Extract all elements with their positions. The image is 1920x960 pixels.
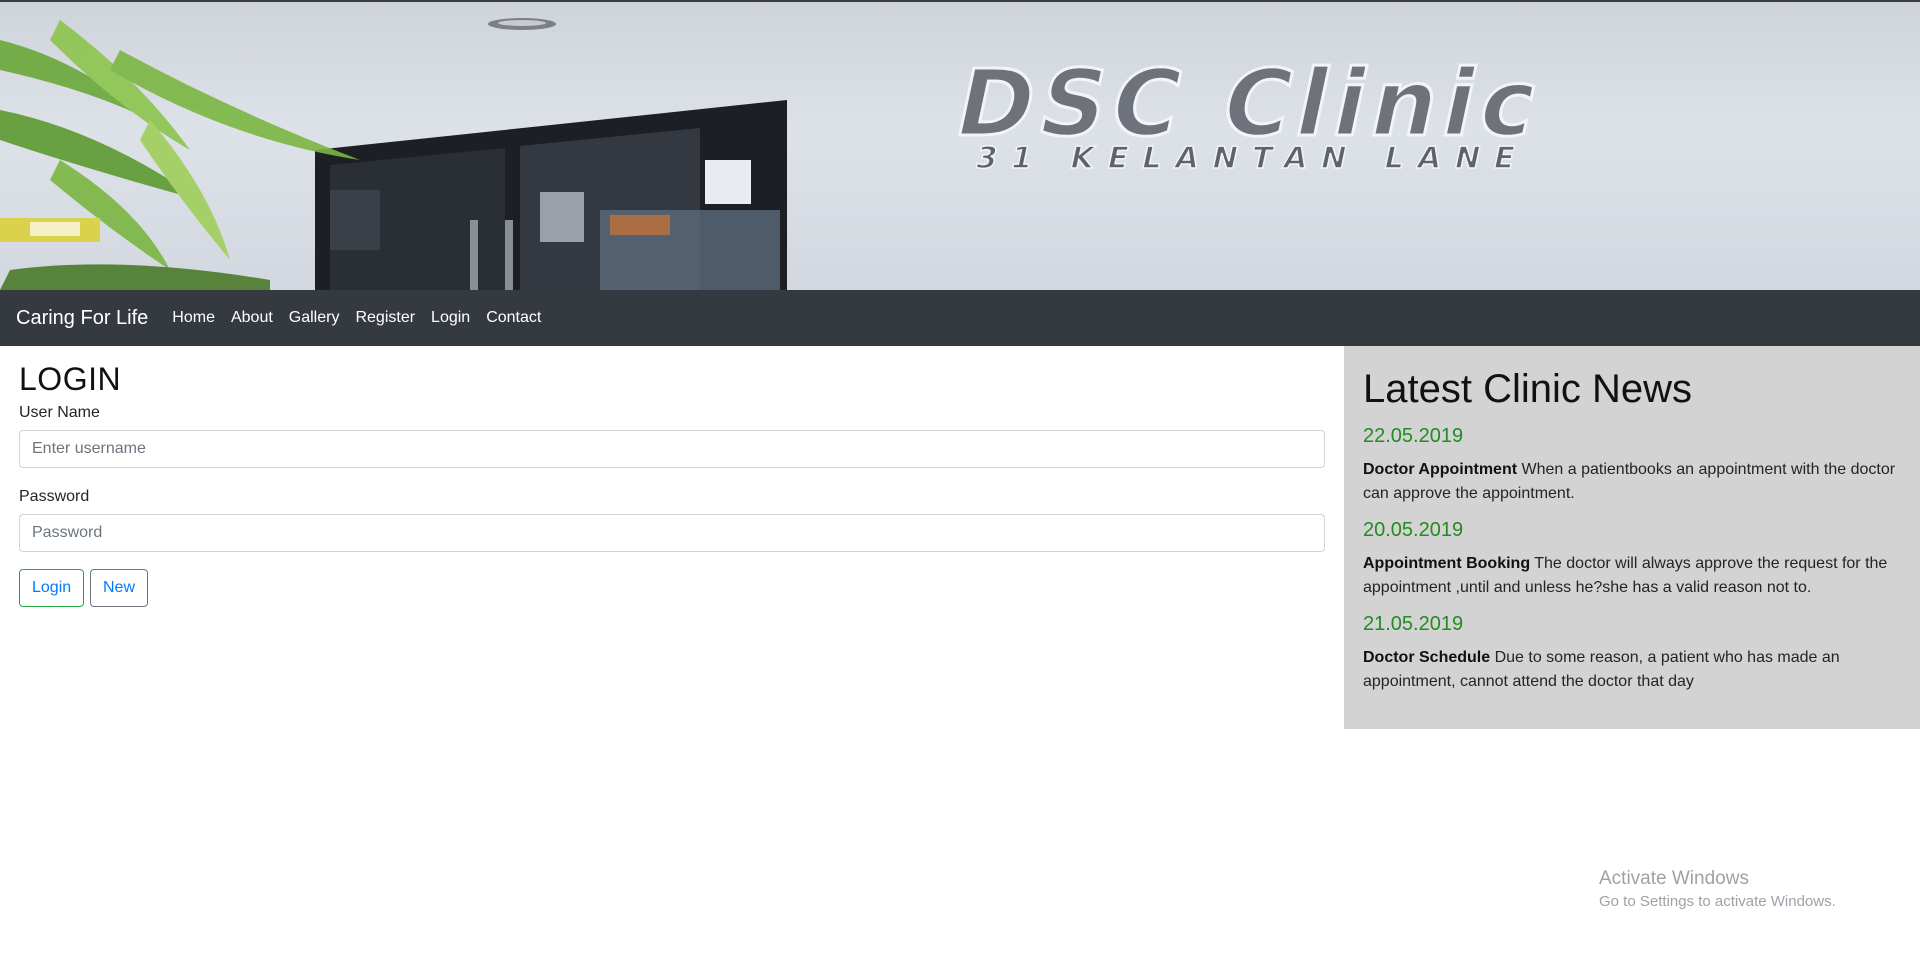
watermark-title: Activate Windows bbox=[1599, 868, 1749, 889]
door-notice bbox=[705, 160, 751, 204]
door-sign-stand bbox=[540, 192, 584, 242]
news-text: Doctor Appointment When a patientbooks a… bbox=[1363, 458, 1901, 506]
yellow-sign-label bbox=[30, 222, 80, 236]
news-title: Latest Clinic News bbox=[1363, 367, 1693, 411]
plant-decoration bbox=[0, 20, 360, 290]
news-date: 21.05.2019 bbox=[1363, 613, 1464, 635]
nav-link-gallery[interactable]: Gallery bbox=[289, 309, 340, 327]
new-button[interactable]: New bbox=[90, 569, 148, 608]
clinic-sign-address: 31 KELANTAN LANE bbox=[973, 141, 1532, 176]
header-banner-image: DSC Clinic 31 KELANTAN LANE bbox=[0, 0, 1920, 290]
news-date: 22.05.2019 bbox=[1363, 425, 1464, 447]
door-info-panel bbox=[330, 190, 380, 250]
news-item: 22.05.2019 Doctor Appointment When a pat… bbox=[1363, 424, 1901, 506]
nav-link-about[interactable]: About bbox=[231, 309, 273, 327]
nav-link-register[interactable]: Register bbox=[355, 309, 415, 327]
password-label: Password bbox=[19, 488, 90, 506]
door-handle-left bbox=[470, 220, 478, 290]
navbar-brand[interactable]: Caring For Life bbox=[16, 307, 148, 330]
form-buttons: Login New bbox=[19, 569, 1325, 608]
login-title: LOGIN bbox=[19, 361, 122, 397]
main-navbar: Caring For Life Home About Gallery Regis… bbox=[0, 290, 1920, 346]
clinic-sign: DSC Clinic 31 KELANTAN LANE bbox=[945, 48, 1555, 176]
news-item: 20.05.2019 Appointment Booking The docto… bbox=[1363, 518, 1901, 600]
clinic-entrance-illustration: DSC Clinic 31 KELANTAN LANE bbox=[0, 18, 1555, 290]
news-date: 20.05.2019 bbox=[1363, 519, 1464, 541]
username-label: User Name bbox=[19, 404, 100, 422]
nav-link-contact[interactable]: Contact bbox=[486, 309, 541, 327]
nav-link-home[interactable]: Home bbox=[172, 309, 215, 327]
news-item: 21.05.2019 Doctor Schedule Due to some r… bbox=[1363, 612, 1901, 694]
street-roof-reflection bbox=[610, 215, 670, 235]
username-input[interactable] bbox=[19, 430, 1325, 469]
login-button[interactable]: Login bbox=[19, 569, 84, 608]
login-form: LOGIN User Name Password Login New bbox=[19, 360, 1325, 608]
password-input[interactable] bbox=[19, 514, 1325, 553]
news-text: Doctor Schedule Due to some reason, a pa… bbox=[1363, 646, 1901, 694]
watermark-subtitle: Go to Settings to activate Windows. bbox=[1599, 893, 1836, 910]
nav-link-login[interactable]: Login bbox=[431, 309, 470, 327]
ceiling-light-inner bbox=[498, 20, 546, 26]
news-heading: Appointment Booking bbox=[1363, 555, 1531, 572]
activate-windows-watermark: Activate Windows Go to Settings to activ… bbox=[1599, 868, 1836, 910]
latest-news-panel: Latest Clinic News 22.05.2019 Doctor App… bbox=[1344, 346, 1920, 729]
news-heading: Doctor Schedule bbox=[1363, 649, 1491, 666]
news-heading: Doctor Appointment bbox=[1363, 461, 1518, 478]
news-text: Appointment Booking The doctor will alwa… bbox=[1363, 552, 1901, 600]
door-handle-right bbox=[505, 220, 513, 290]
